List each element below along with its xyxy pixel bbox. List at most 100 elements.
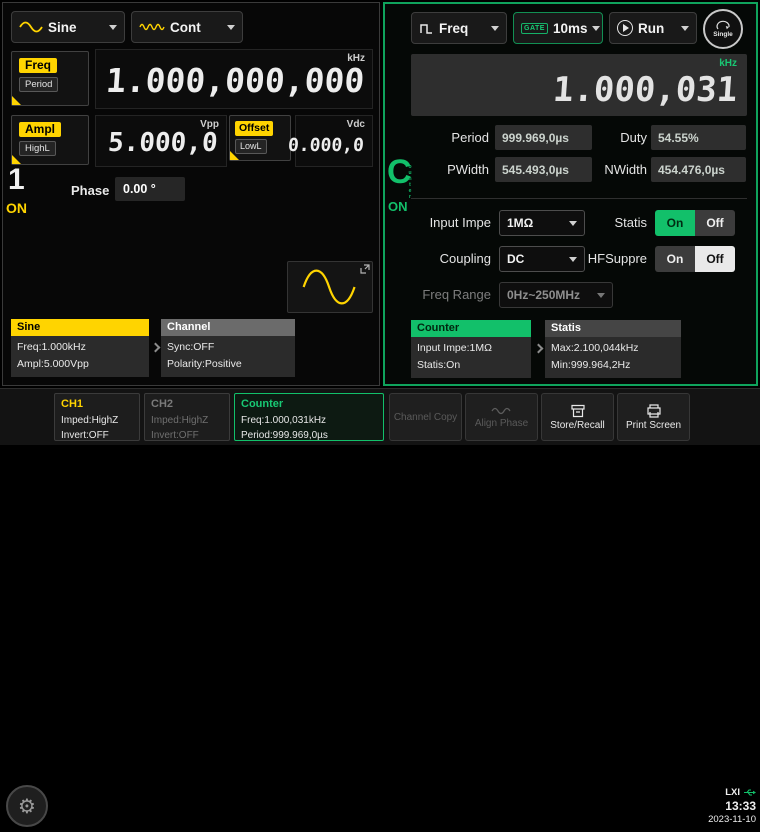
statis-off-button[interactable]: Off: [695, 210, 735, 236]
print-screen-label: Print Screen: [626, 420, 681, 431]
chevron-right-icon: [534, 344, 544, 354]
corner-accent: [12, 96, 21, 105]
channel-copy-label: Channel Copy: [394, 412, 457, 423]
waveform-status-header: Sine: [11, 319, 149, 336]
gear-icon: ⚙: [18, 794, 36, 819]
chevron-right-icon: [151, 343, 161, 353]
offset-display[interactable]: Vdc 0.000,0: [295, 115, 373, 167]
counter-status-line2: Statis:On: [417, 357, 525, 374]
run-state-select[interactable]: Run: [609, 12, 697, 44]
chevron-down-icon: [569, 221, 577, 226]
settings-button[interactable]: ⚙: [6, 785, 48, 827]
waveform-status-block[interactable]: Sine Freq:1.000kHz Ampl:5.000Vpp: [11, 319, 149, 377]
play-icon: [617, 20, 633, 36]
waveform-preview[interactable]: [287, 261, 373, 313]
statis-toggle: On Off: [655, 210, 735, 236]
channel-status-line2: Polarity:Positive: [167, 356, 289, 373]
ch2-tab-name: CH2: [151, 396, 223, 413]
ampl-highl-button[interactable]: Ampl HighL: [11, 115, 89, 165]
statis-label: Statis: [591, 210, 647, 236]
offset-chip: Offset: [235, 121, 273, 136]
single-button-label: Single: [713, 31, 733, 38]
ch2-tab-line1: Imped:HighZ: [151, 413, 223, 428]
mode-select[interactable]: Cont: [131, 11, 243, 43]
counter-function-label: Freq: [439, 21, 468, 36]
duty-value: 54.55%: [651, 125, 746, 150]
pwidth-value: 545.493,0µs: [495, 157, 592, 182]
chevron-down-icon: [569, 257, 577, 262]
freq-period-button[interactable]: Freq Period: [11, 51, 89, 106]
waveform-status-line1: Freq:1.000kHz: [17, 339, 143, 356]
channel-copy-button[interactable]: Channel Copy: [389, 393, 462, 441]
frequency-value: 1.000,000,000: [104, 61, 365, 100]
ch1-tab-name: CH1: [61, 396, 133, 413]
input-impedance-select[interactable]: 1MΩ: [499, 210, 585, 236]
coupling-value: DC: [507, 252, 524, 266]
statis-status-line1: Max:2.100,044kHz: [551, 340, 675, 357]
duty-label: Duty: [595, 124, 647, 151]
store-box-icon: [570, 404, 586, 418]
instrument-screen: { "colors": { "accent_yellow": "#ffd400"…: [0, 0, 760, 445]
hfsuppre-on-button[interactable]: On: [655, 246, 695, 272]
amplitude-display[interactable]: Vpp 5.000,0: [95, 115, 227, 167]
nwidth-label: NWidth: [595, 156, 647, 183]
cont-wave-icon: [139, 21, 165, 33]
coupling-select[interactable]: DC: [499, 246, 585, 272]
counter-main-display: kHz 1.000,031: [411, 54, 747, 116]
nwidth-value: 454.476,0µs: [651, 157, 746, 182]
freq-func-icon: [419, 22, 434, 35]
store-recall-button[interactable]: Store/Recall: [541, 393, 614, 441]
ch2-tab-line2: Invert:OFF: [151, 428, 223, 443]
chevron-down-icon: [227, 25, 235, 30]
counter-status-tab[interactable]: Counter Freq:1.000,031kHz Period:999.969…: [234, 393, 384, 441]
align-phase-button[interactable]: Align Phase: [465, 393, 538, 441]
chevron-down-icon: [681, 26, 689, 31]
frequency-display[interactable]: kHz 1.000,000,000: [95, 49, 373, 109]
single-trigger-arrow-icon: [715, 20, 731, 30]
gate-badge: GATE: [521, 23, 548, 34]
pwidth-label: PWidth: [411, 156, 489, 183]
gate-time-select[interactable]: GATE 10ms: [513, 12, 603, 44]
counter-function-select[interactable]: Freq: [411, 12, 507, 44]
amplitude-value: 5.000,0: [107, 128, 219, 158]
print-screen-button[interactable]: Print Screen: [617, 393, 690, 441]
section-divider: [411, 198, 747, 199]
channel-status-block[interactable]: Channel Sync:OFF Polarity:Positive: [161, 319, 295, 377]
counter-status-block[interactable]: Counter Input Impe:1MΩ Statis:On: [411, 320, 531, 378]
offset-lowl-button[interactable]: Offset LowL: [229, 115, 291, 161]
phase-label: Phase: [71, 183, 109, 198]
single-button[interactable]: Single: [703, 9, 743, 49]
system-info: LXI 13:33 2023-11-10: [692, 780, 756, 832]
chevron-down-icon: [491, 26, 499, 31]
highl-sub-label: HighL: [19, 141, 56, 156]
hfsuppre-toggle: On Off: [655, 246, 735, 272]
channel-status-header: Channel: [161, 319, 295, 336]
clock: 13:33: [725, 799, 756, 813]
waveform-select[interactable]: Sine: [11, 11, 125, 43]
offset-value: 0.000,0: [287, 135, 364, 156]
hfsuppre-off-button[interactable]: Off: [695, 246, 735, 272]
counter-panel: Freq GATE 10ms Run Single kHz 1.000,031 …: [383, 2, 758, 386]
ch1-tab-line1: Imped:HighZ: [61, 413, 133, 428]
counter-small-label: ounter: [407, 164, 413, 194]
corner-accent: [230, 151, 239, 160]
ch1-tab-line2: Invert:OFF: [61, 428, 133, 443]
statis-status-block[interactable]: Statis Max:2.100,044kHz Min:999.964,2Hz: [545, 320, 681, 378]
counter-status-header: Counter: [411, 320, 531, 337]
mode-select-label: Cont: [170, 20, 201, 35]
counter-status-line1: Input Impe:1MΩ: [417, 340, 525, 357]
chevron-down-icon: [592, 26, 600, 31]
input-impedance-value: 1MΩ: [507, 216, 533, 230]
phase-value[interactable]: 0.00 °: [115, 177, 185, 201]
run-state-label: Run: [638, 21, 664, 36]
printer-icon: [646, 404, 662, 418]
ch1-status-tab[interactable]: CH1 Imped:HighZ Invert:OFF: [54, 393, 140, 441]
counter-tab-name: Counter: [241, 396, 377, 413]
expand-icon[interactable]: [360, 264, 370, 274]
sine-preview-icon: [295, 267, 365, 307]
statis-status-line2: Min:999.964,2Hz: [551, 357, 675, 374]
channel1-on-indicator: ON: [6, 201, 27, 216]
ch2-status-tab[interactable]: CH2 Imped:HighZ Invert:OFF: [144, 393, 230, 441]
statis-on-button[interactable]: On: [655, 210, 695, 236]
freq-range-select[interactable]: 0Hz~250MHz: [499, 282, 613, 308]
